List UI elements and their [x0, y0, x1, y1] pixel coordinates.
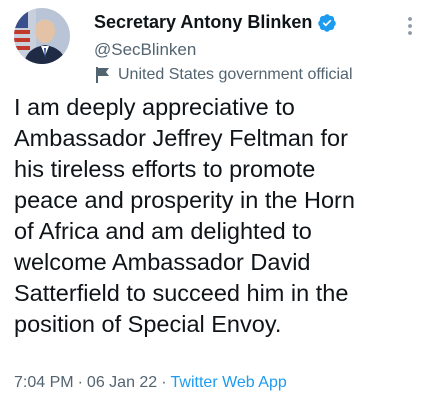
tweet-text-line: Ambassador Jeffrey Feltman for [14, 125, 348, 151]
meta-separator: · [77, 374, 83, 391]
tweet-time[interactable]: 7:04 PM [14, 374, 74, 391]
tweet-header: Secretary Antony Blinken @SecBlinken Uni… [94, 10, 394, 86]
meta-separator: · [161, 374, 167, 391]
tweet-card: Secretary Antony Blinken @SecBlinken Uni… [0, 0, 428, 400]
affiliation-label-text: United States government official [118, 66, 353, 83]
avatar[interactable] [14, 8, 70, 64]
more-options-icon[interactable] [402, 14, 418, 38]
tweet-text-line: Satterfield to succeed him in the [14, 280, 349, 306]
tweet-text-line: peace and prosperity in the Horn [14, 187, 355, 213]
tweet-text-line: welcome Ambassador David [14, 249, 311, 275]
flag-icon [96, 67, 109, 83]
verified-badge-icon[interactable] [317, 13, 337, 33]
tweet-text-line: of Africa and am delighted to [14, 218, 312, 244]
tweet-text-line: his tireless efforts to promote [14, 156, 316, 182]
tweet-text-line: position of Special Envoy. [14, 311, 282, 337]
tweet-meta: 7:04 PM · 06 Jan 22 · Twitter Web App [14, 372, 287, 394]
profile-photo-icon [14, 8, 70, 64]
display-name[interactable]: Secretary Antony Blinken [94, 12, 312, 33]
handle[interactable]: @SecBlinken [94, 37, 394, 62]
name-row: Secretary Antony Blinken [94, 10, 394, 35]
tweet-date[interactable]: 06 Jan 22 [87, 374, 157, 391]
tweet-text-line: I am deeply appreciative to [14, 94, 295, 120]
tweet-source-link[interactable]: Twitter Web App [171, 374, 287, 391]
affiliation-label: United States government official [94, 64, 394, 86]
tweet-text: I am deeply appreciative to Ambassador J… [14, 92, 416, 340]
